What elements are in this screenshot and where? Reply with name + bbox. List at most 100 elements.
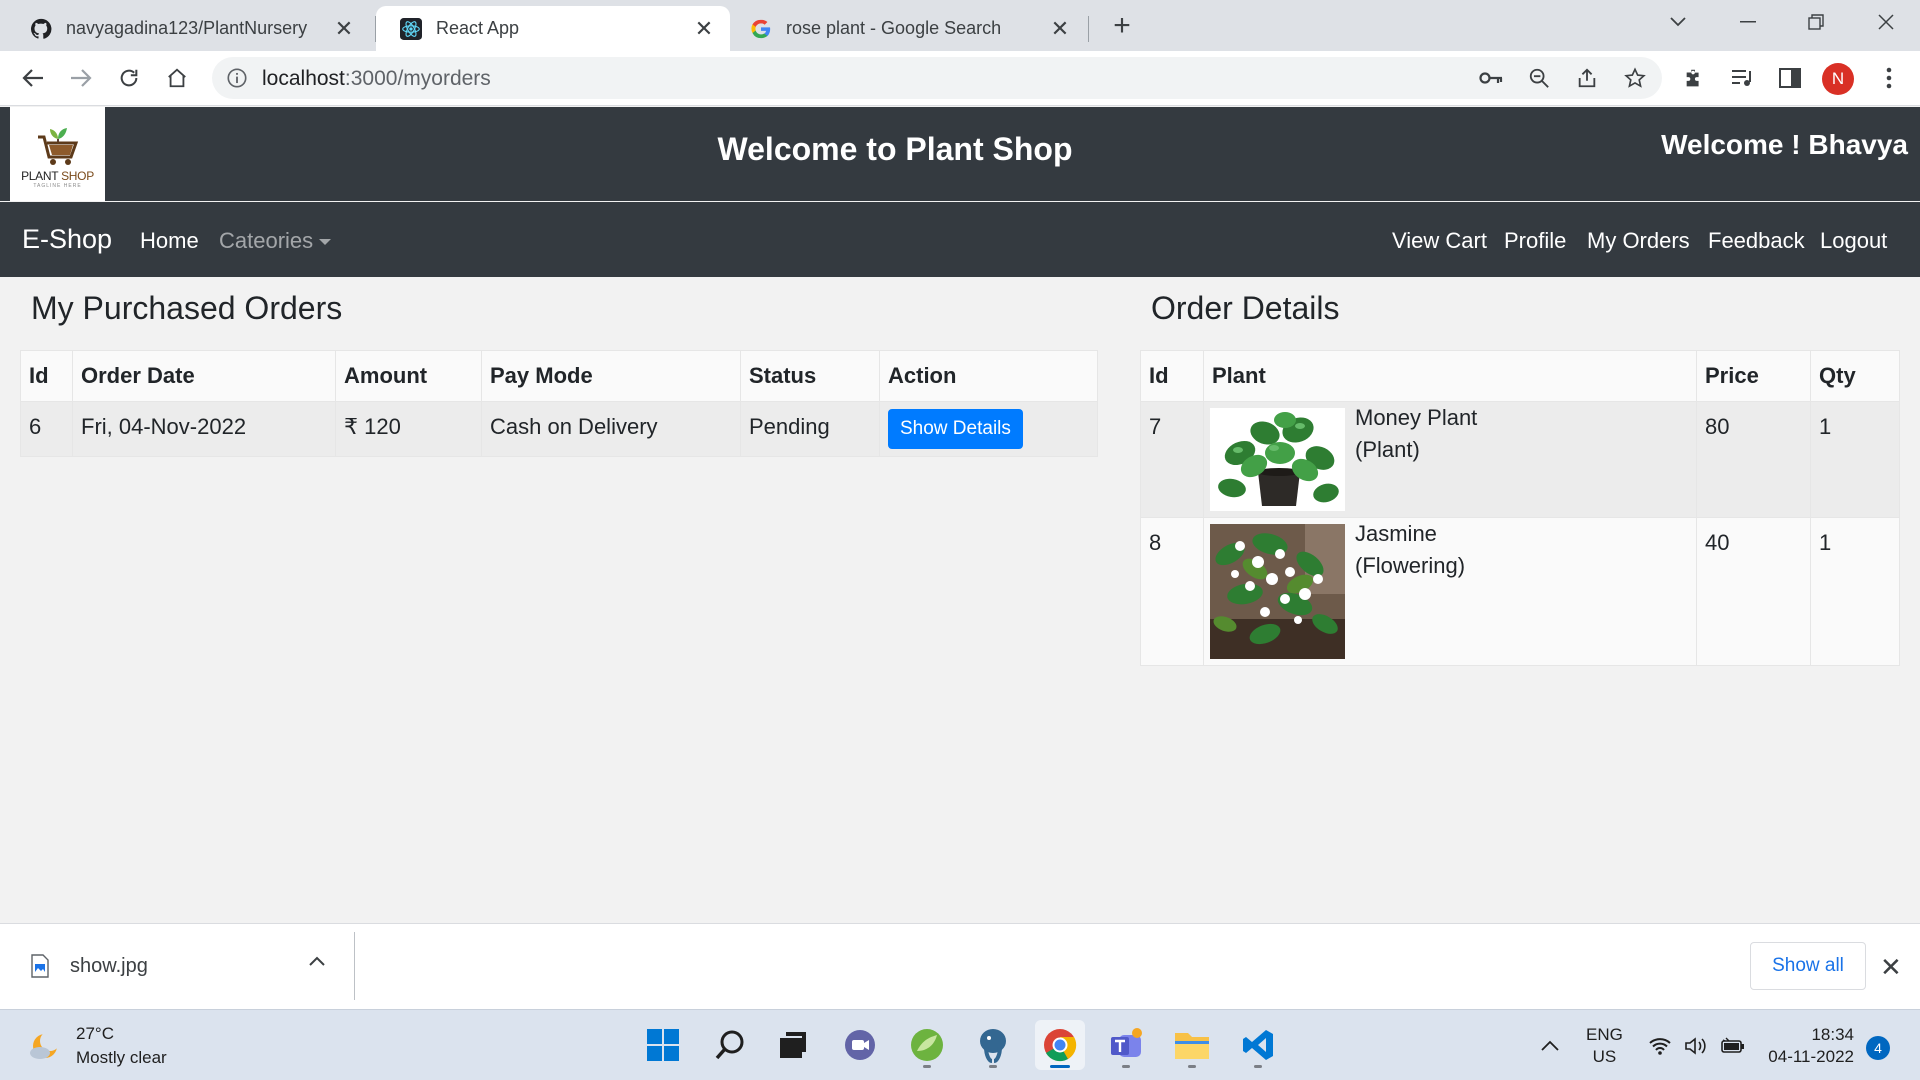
spring-tool-icon[interactable] xyxy=(902,1020,952,1070)
col-pay-mode: Pay Mode xyxy=(481,350,741,402)
nav-profile[interactable]: Profile xyxy=(1504,228,1566,254)
plant-name: Jasmine xyxy=(1355,521,1437,546)
welcome-user: Welcome ! Bhavya xyxy=(1661,129,1908,160)
minimize-button[interactable] xyxy=(1728,6,1768,38)
key-icon[interactable] xyxy=(1474,61,1508,95)
wifi-icon[interactable] xyxy=(1648,1036,1672,1062)
teams-icon[interactable] xyxy=(1101,1020,1151,1070)
postgresql-icon[interactable] xyxy=(968,1020,1018,1070)
address-bar[interactable]: localhost:3000/myorders xyxy=(212,57,1662,99)
zoom-out-icon[interactable] xyxy=(1522,61,1556,95)
tab-title: navyagadina123/PlantNursery xyxy=(66,18,308,38)
volume-icon[interactable] xyxy=(1684,1036,1708,1062)
chrome-icon[interactable] xyxy=(1035,1020,1085,1070)
item-id: 8 xyxy=(1140,517,1204,666)
col-order-date: Order Date xyxy=(72,350,336,402)
nav-view-cart[interactable]: View Cart xyxy=(1392,228,1487,254)
extensions-icon[interactable] xyxy=(1677,61,1711,95)
nav-home[interactable]: Home xyxy=(140,228,199,254)
item-plant-cell: Money Plant (Plant) xyxy=(1203,401,1697,518)
star-icon[interactable] xyxy=(1618,61,1652,95)
item-price: 80 xyxy=(1696,401,1811,518)
table-header-row: Id Plant Price Qty xyxy=(1140,350,1900,402)
plant-category: (Plant) xyxy=(1355,437,1420,462)
close-icon[interactable]: ✕ xyxy=(692,16,716,41)
vscode-icon[interactable] xyxy=(1233,1020,1283,1070)
caret-down-icon xyxy=(319,239,332,246)
file-explorer-icon[interactable] xyxy=(1167,1020,1217,1070)
main-navbar: E-Shop Home Cateories View Cart Profile … xyxy=(0,202,1920,277)
logo-text-shop: SHOP xyxy=(61,169,94,183)
info-icon[interactable] xyxy=(226,67,248,94)
nav-categories-label: Cateories xyxy=(219,228,314,253)
navbar-brand[interactable]: E-Shop xyxy=(22,224,112,255)
react-icon xyxy=(400,17,422,40)
chevron-up-icon[interactable] xyxy=(1540,1036,1560,1058)
download-divider xyxy=(354,932,355,1000)
home-icon[interactable] xyxy=(160,61,194,95)
plant-info: Jasmine (Flowering) xyxy=(1210,521,1690,659)
close-icon[interactable]: ✕ xyxy=(1880,952,1902,983)
profile-avatar[interactable]: N xyxy=(1822,63,1854,95)
table-row: 8 Jasmine (Flowering) 40 1 xyxy=(1140,517,1900,666)
tab-google-search[interactable]: rose plant - Google Search ✕ xyxy=(726,6,1086,51)
nav-categories-dropdown[interactable]: Cateories xyxy=(219,228,332,254)
download-item[interactable]: show.jpg xyxy=(30,954,148,978)
chevron-down-icon[interactable] xyxy=(1658,6,1698,38)
col-id: Id xyxy=(20,350,73,402)
media-control-icon[interactable] xyxy=(1725,61,1759,95)
nav-my-orders[interactable]: My Orders xyxy=(1587,228,1690,254)
language-indicator[interactable]: ENG US xyxy=(1586,1024,1623,1068)
side-panel-icon[interactable] xyxy=(1773,61,1807,95)
running-indicator xyxy=(1254,1065,1262,1068)
os-taskbar: 27°C Mostly clear ENG US 18:34 04-11-202… xyxy=(0,1009,1920,1080)
reload-icon[interactable] xyxy=(112,61,146,95)
nav-feedback[interactable]: Feedback xyxy=(1708,228,1805,254)
show-all-downloads-button[interactable]: Show all xyxy=(1750,942,1866,990)
weather-widget[interactable]: 27°C Mostly clear xyxy=(28,1022,167,1070)
item-price: 40 xyxy=(1696,517,1811,666)
battery-icon[interactable] xyxy=(1720,1036,1746,1062)
order-details-table: Id Plant Price Qty 7 Money Plant (Plant)… xyxy=(1140,350,1900,666)
download-filename: show.jpg xyxy=(70,954,148,977)
restore-button[interactable] xyxy=(1796,6,1836,38)
new-tab-button[interactable]: + xyxy=(1106,9,1138,42)
nav-logout[interactable]: Logout xyxy=(1820,228,1887,254)
close-icon[interactable]: ✕ xyxy=(1048,16,1072,41)
item-qty: 1 xyxy=(1810,401,1900,518)
show-details-button[interactable]: Show Details xyxy=(888,409,1023,449)
logo-text-plant: PLANT xyxy=(21,169,59,183)
forward-arrow-icon[interactable] xyxy=(64,61,98,95)
close-icon[interactable]: ✕ xyxy=(332,16,356,41)
logo-text: PLANT SHOP xyxy=(21,169,94,183)
github-icon xyxy=(30,18,52,40)
clock[interactable]: 18:34 04-11-2022 xyxy=(1766,1024,1854,1068)
jasmine-image xyxy=(1210,524,1345,659)
chevron-up-icon[interactable] xyxy=(308,954,326,972)
item-plant-cell: Jasmine (Flowering) xyxy=(1203,517,1697,666)
table-row: 6 Fri, 04-Nov-2022 ₹ 120 Cash on Deliver… xyxy=(20,401,1098,457)
notification-badge[interactable]: 4 xyxy=(1866,1036,1890,1060)
tab-title: React App xyxy=(436,18,520,38)
money-plant-image xyxy=(1210,408,1345,511)
back-arrow-icon[interactable] xyxy=(16,61,50,95)
tab-react-app[interactable]: React App ✕ xyxy=(376,6,730,51)
image-file-icon xyxy=(31,954,49,978)
col-id: Id xyxy=(1140,350,1204,402)
task-view-icon[interactable] xyxy=(768,1020,818,1070)
running-indicator xyxy=(1050,1065,1070,1068)
orders-section-title: My Purchased Orders xyxy=(31,290,343,326)
share-icon[interactable] xyxy=(1570,61,1604,95)
search-icon[interactable] xyxy=(705,1020,755,1070)
chat-icon[interactable] xyxy=(835,1020,885,1070)
tab-divider xyxy=(1088,16,1089,42)
tab-title: rose plant - Google Search xyxy=(786,18,1002,38)
item-id: 7 xyxy=(1140,401,1204,518)
plant-name-block: Jasmine (Flowering) xyxy=(1355,518,1465,582)
tab-github[interactable]: navyagadina123/PlantNursery ✕ xyxy=(6,6,370,51)
close-window-button[interactable] xyxy=(1866,6,1906,38)
orders-table: Id Order Date Amount Pay Mode Status Act… xyxy=(20,350,1098,457)
more-menu-icon[interactable] xyxy=(1872,61,1906,95)
weather-temp: 27°C xyxy=(76,1024,114,1043)
windows-start-icon[interactable] xyxy=(638,1020,688,1070)
